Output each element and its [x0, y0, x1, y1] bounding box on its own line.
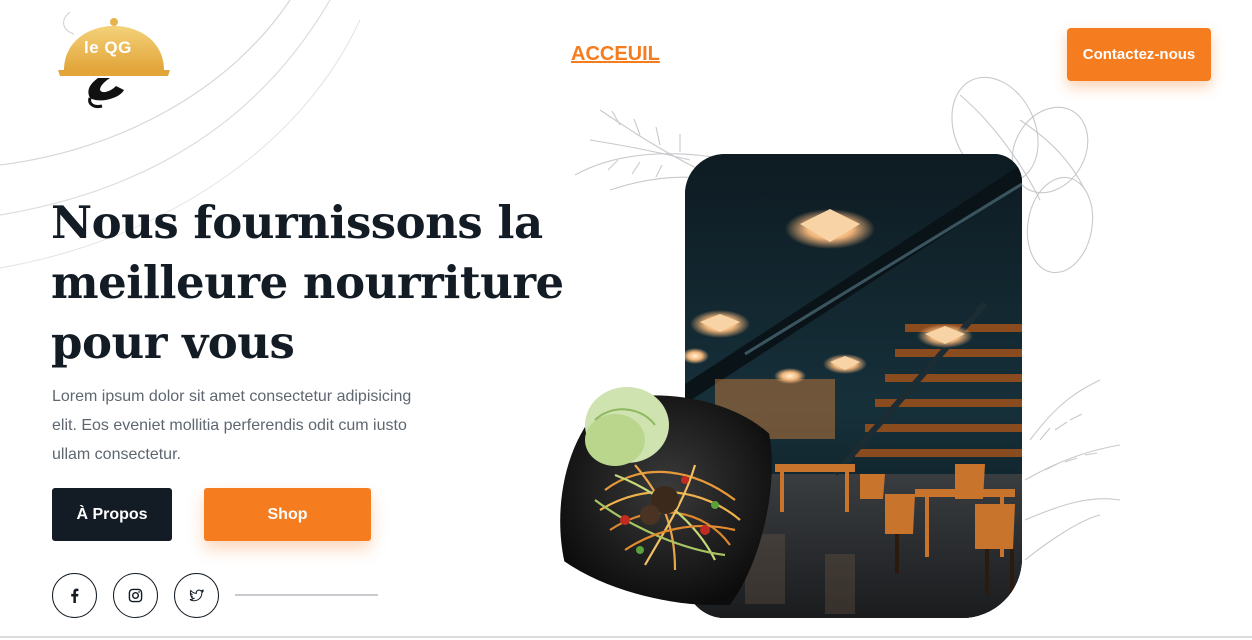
contact-button[interactable]: Contactez-nous	[1067, 28, 1211, 81]
nav-home-link[interactable]: ACCEUIL	[571, 43, 660, 66]
food-plate-image	[555, 380, 780, 606]
food-plate-photo	[560, 387, 772, 606]
page-bottom-border	[0, 636, 1252, 638]
about-button[interactable]: À Propos	[52, 488, 172, 541]
twitter-icon	[189, 589, 204, 602]
facebook-link[interactable]	[52, 573, 97, 618]
facebook-icon	[71, 588, 79, 603]
twitter-link[interactable]	[174, 573, 219, 618]
hero-description: Lorem ipsum dolor sit amet consectetur a…	[52, 388, 412, 463]
logo[interactable]: le QG	[50, 11, 180, 112]
hero-title: Nous fournissons la meilleure nourriture…	[51, 196, 564, 369]
cloche-icon	[58, 11, 170, 108]
shop-button[interactable]: Shop	[204, 488, 371, 541]
social-divider	[235, 594, 378, 596]
logo-text: le QG	[84, 38, 132, 57]
instagram-link[interactable]	[113, 573, 158, 618]
instagram-icon	[128, 588, 143, 603]
